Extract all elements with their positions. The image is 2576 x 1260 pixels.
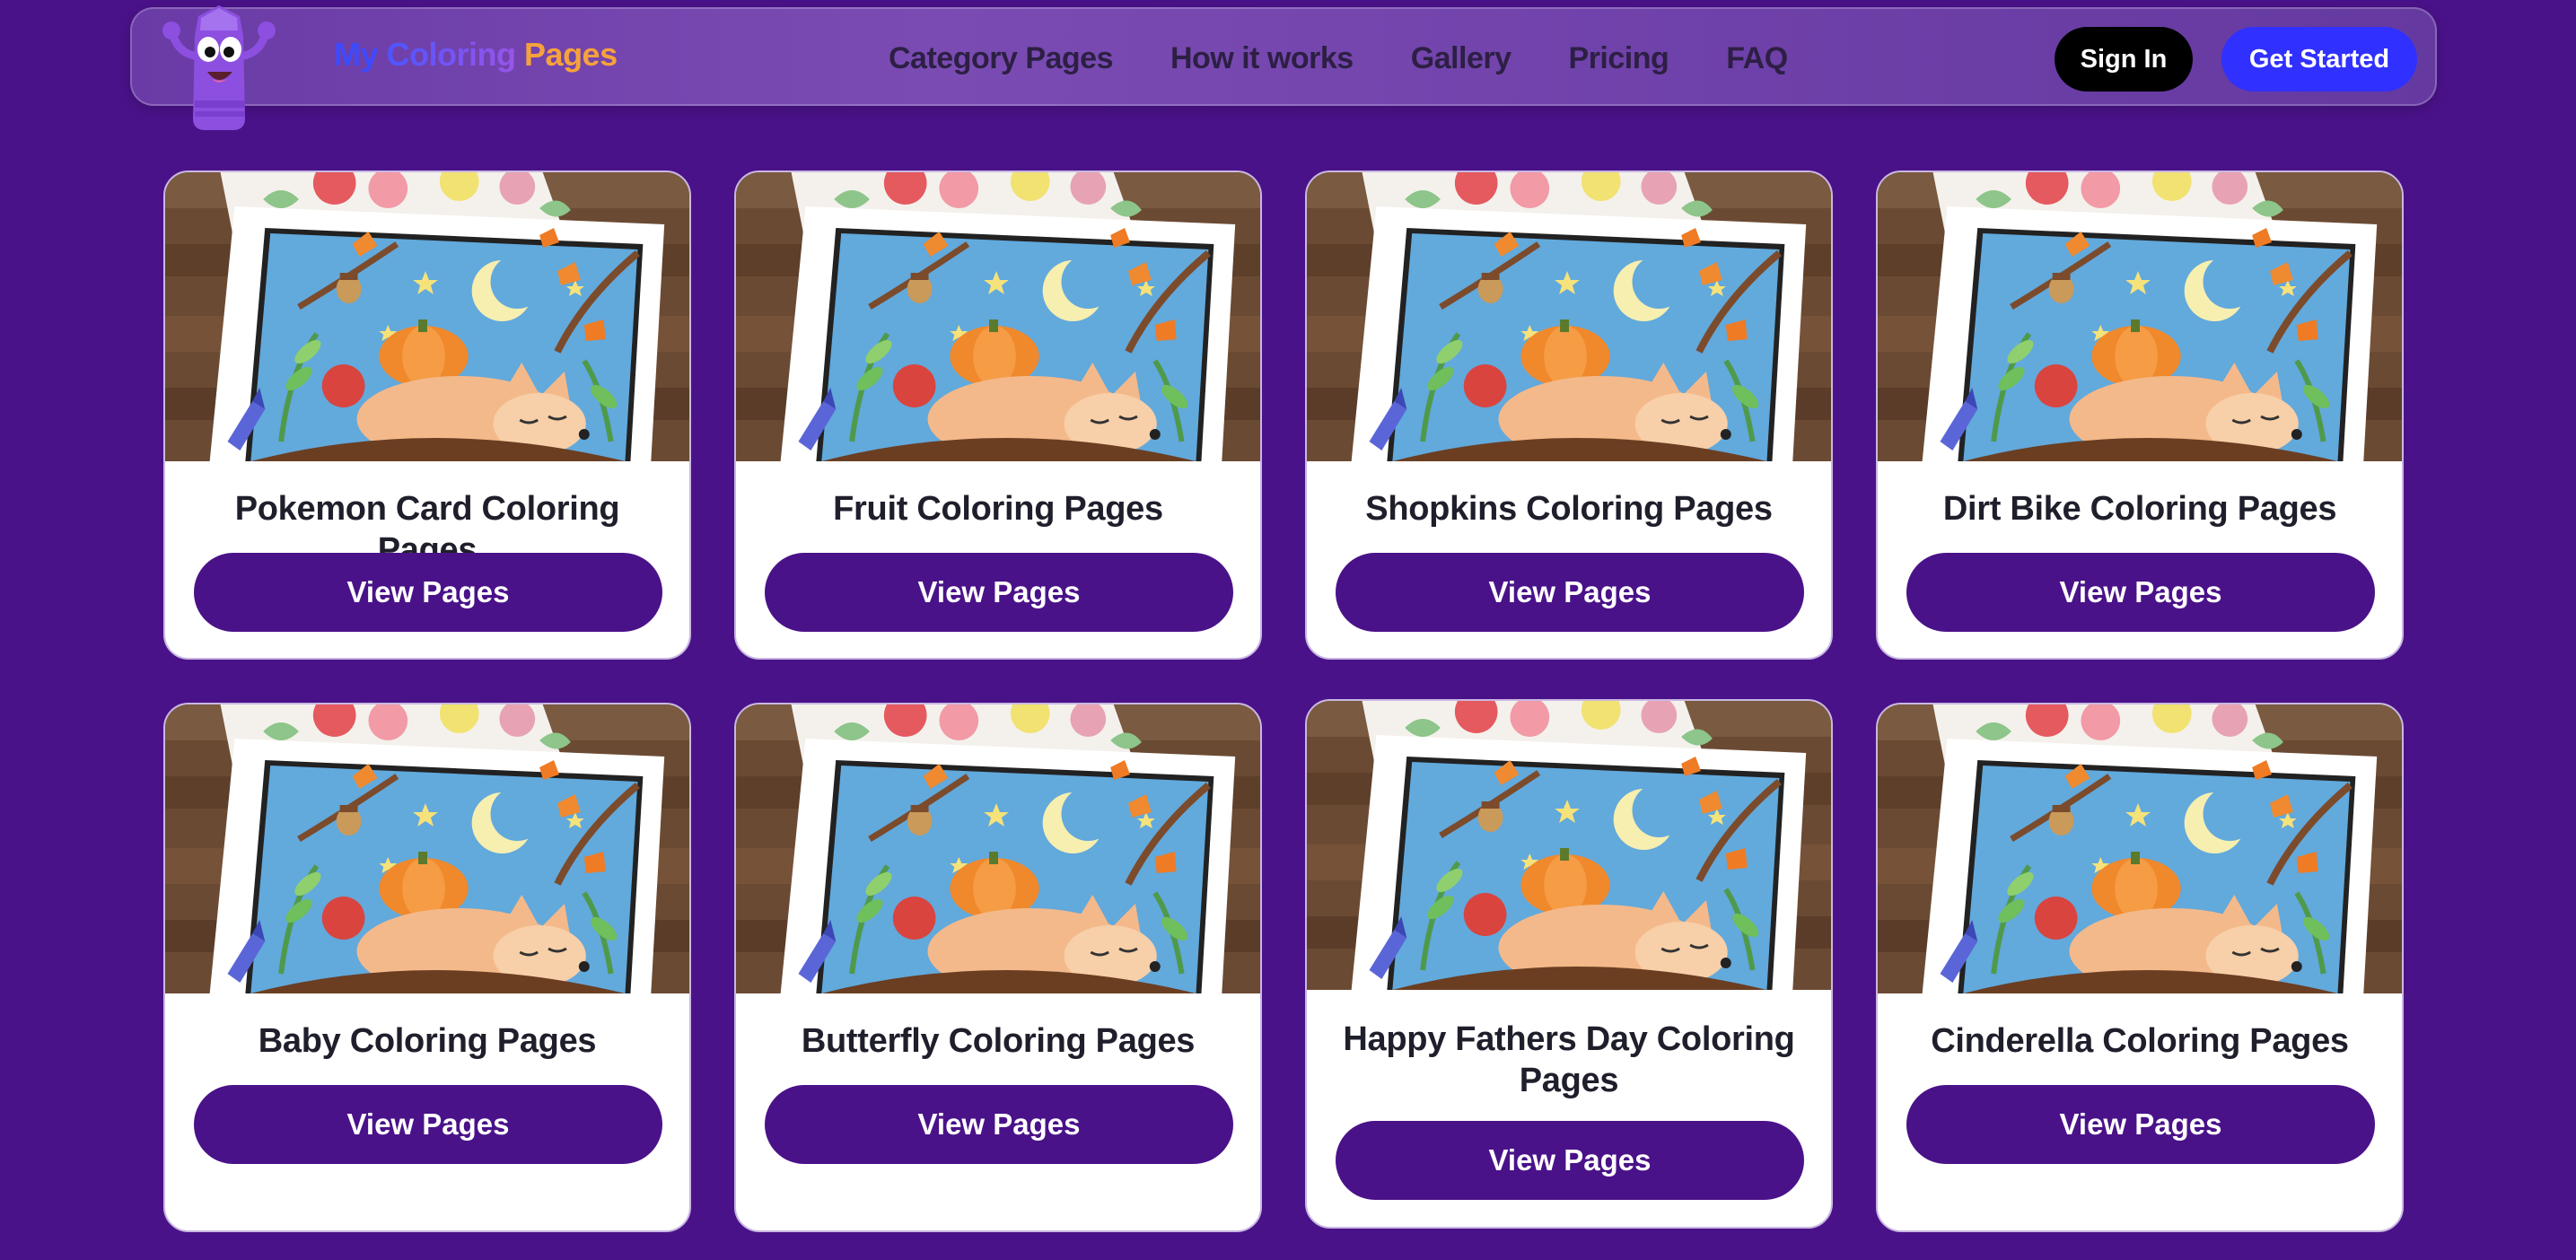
view-pages-button[interactable]: View Pages bbox=[765, 1085, 1233, 1164]
site-header: My Coloring Pages Category Pages How it … bbox=[130, 5, 2437, 130]
card-title: Baby Coloring Pages bbox=[258, 1022, 597, 1060]
card-title: Happy Fathers Day Coloring Pages bbox=[1343, 1020, 1795, 1099]
category-card-shopkins[interactable]: Shopkins Coloring Pages View Pages bbox=[1305, 171, 1833, 660]
brand-logo-text[interactable]: My Coloring Pages bbox=[334, 36, 618, 74]
get-started-button[interactable]: Get Started bbox=[2221, 27, 2417, 92]
brand-part-pages: Pages bbox=[524, 36, 618, 73]
category-card-butterfly[interactable]: Butterfly Coloring Pages View Pages bbox=[734, 703, 1262, 1232]
card-thumbnail-image[interactable] bbox=[165, 704, 689, 993]
card-thumbnail-image[interactable] bbox=[165, 172, 689, 461]
view-pages-button[interactable]: View Pages bbox=[1336, 1121, 1804, 1200]
card-thumbnail-image[interactable] bbox=[1878, 172, 2402, 461]
view-pages-button[interactable]: View Pages bbox=[1906, 553, 2375, 632]
card-thumbnail-image[interactable] bbox=[1307, 172, 1831, 461]
nav-faq[interactable]: FAQ bbox=[1726, 41, 1788, 76]
card-thumbnail-image[interactable] bbox=[736, 704, 1260, 993]
view-pages-button[interactable]: View Pages bbox=[1336, 553, 1804, 632]
view-pages-button[interactable]: View Pages bbox=[1906, 1085, 2375, 1164]
card-title: Cinderella Coloring Pages bbox=[1931, 1022, 2349, 1060]
nav-gallery[interactable]: Gallery bbox=[1411, 41, 1511, 76]
card-thumbnail-image[interactable] bbox=[736, 172, 1260, 461]
crayon-mascot-logo[interactable] bbox=[152, 0, 286, 135]
nav-how-it-works[interactable]: How it works bbox=[1170, 41, 1354, 76]
sign-in-button[interactable]: Sign In bbox=[2055, 27, 2193, 92]
card-title: Dirt Bike Coloring Pages bbox=[1942, 490, 2337, 528]
category-card-fruit[interactable]: Fruit Coloring Pages View Pages bbox=[734, 171, 1262, 660]
nav-category-pages[interactable]: Category Pages bbox=[889, 41, 1114, 76]
nav-pricing[interactable]: Pricing bbox=[1569, 41, 1669, 76]
card-thumbnail-image[interactable] bbox=[1307, 701, 1831, 990]
category-card-pokemon-card[interactable]: Pokemon Card Coloring Pages View Pages bbox=[163, 171, 691, 660]
card-thumbnail-image[interactable] bbox=[1878, 704, 2402, 993]
view-pages-button[interactable]: View Pages bbox=[194, 1085, 662, 1164]
category-card-dirt-bike[interactable]: Dirt Bike Coloring Pages View Pages bbox=[1876, 171, 2404, 660]
category-card-baby[interactable]: Baby Coloring Pages View Pages bbox=[163, 703, 691, 1232]
view-pages-button[interactable]: View Pages bbox=[765, 553, 1233, 632]
card-title: Fruit Coloring Pages bbox=[833, 490, 1163, 528]
view-pages-button[interactable]: View Pages bbox=[194, 553, 662, 632]
main-nav: Category Pages How it works Gallery Pric… bbox=[889, 9, 1845, 108]
category-card-cinderella[interactable]: Cinderella Coloring Pages View Pages bbox=[1876, 703, 2404, 1232]
card-title: Butterfly Coloring Pages bbox=[801, 1022, 1196, 1060]
brand-part-my: My bbox=[334, 36, 379, 73]
card-title: Shopkins Coloring Pages bbox=[1365, 490, 1773, 528]
brand-part-coloring: Coloring bbox=[386, 36, 516, 73]
category-card-happy-fathers-day[interactable]: Happy Fathers Day Coloring Pages View Pa… bbox=[1305, 699, 1833, 1229]
